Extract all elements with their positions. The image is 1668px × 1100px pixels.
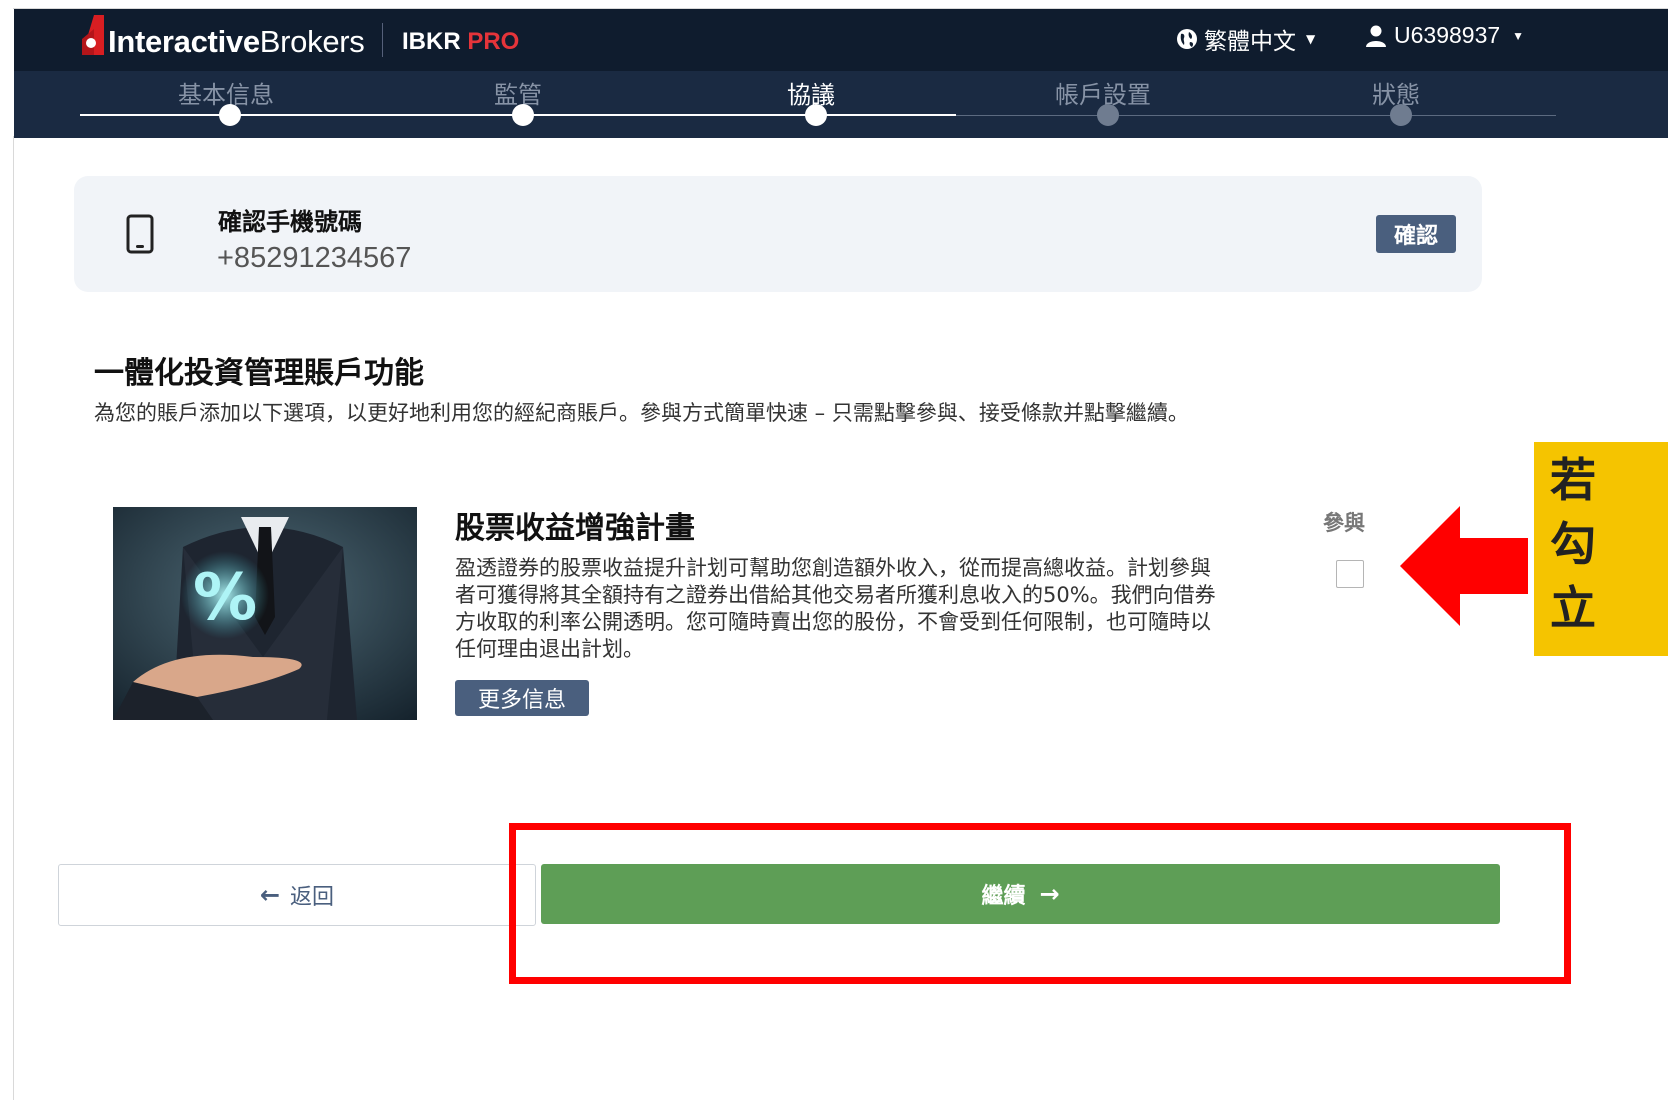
user-icon [1366,25,1386,47]
progress-stepper: 基本信息 監管 協議 帳戶設置 狀態 [14,71,1668,138]
red-highlight-box [509,823,1571,984]
phone-verification-card: 確認手機號碼 +85291234567 確認 [74,176,1482,292]
account-dropdown[interactable]: U6398937 ▼ [1366,22,1524,49]
step-dot-agreements [805,104,827,126]
stock-yield-program-image: % [113,507,417,720]
stepper-track-remaining [956,115,1556,116]
annotation-text: 若 勾 立 [1550,453,1596,635]
red-arrow-annotation [1400,506,1528,626]
step-dot-basic-info [219,104,241,126]
logo-divider [382,23,383,57]
brand-logo-text[interactable]: InteractiveBrokers [108,24,365,60]
globe-icon [1177,29,1197,49]
program-description: 盈透證券的股票收益提升計划可幫助您創造額外收入，從而提高總收益。計划參與者可獲得… [455,556,1216,661]
back-button[interactable]: ← 返回 [58,864,536,926]
account-id: U6398937 [1394,22,1501,48]
step-dot-regulatory [512,104,534,126]
percent-symbol: % [193,561,257,635]
section-description: 為您的賬戶添加以下選項，以更好地利用您的經紀商賬戶。參與方式簡單快速 – 只需點… [94,401,1189,425]
language-label: 繁體中文 [1204,29,1296,55]
back-button-label: 返回 [290,885,335,910]
join-program-checkbox[interactable] [1336,560,1364,588]
section-title: 一體化投資管理賬戶功能 [94,356,424,391]
arrow-left-icon: ← [259,881,281,909]
step-dot-account-setup [1097,104,1119,126]
product-name: IBKR PRO [402,28,520,55]
chevron-down-icon: ▼ [1512,28,1525,43]
join-column-label: 參與 [1323,511,1365,535]
language-dropdown[interactable]: 繁體中文 ▼ [1176,22,1315,56]
annotation-callout: 若 勾 立 [1534,442,1668,656]
phone-number: +85291234567 [217,242,412,274]
top-navigation-bar: InteractiveBrokers IBKR PRO 繁體中文 ▼ U6398… [14,9,1668,71]
program-title: 股票收益增強計畫 [455,511,695,546]
frame-border-left [13,136,14,1100]
mobile-phone-icon [126,214,154,254]
step-dot-status [1390,104,1412,126]
more-info-button[interactable]: 更多信息 [455,680,589,716]
phone-card-title: 確認手機號碼 [218,208,362,236]
chevron-down-icon: ▼ [1306,32,1316,46]
confirm-phone-button[interactable]: 確認 [1376,215,1456,253]
ib-logo-icon [82,15,104,55]
